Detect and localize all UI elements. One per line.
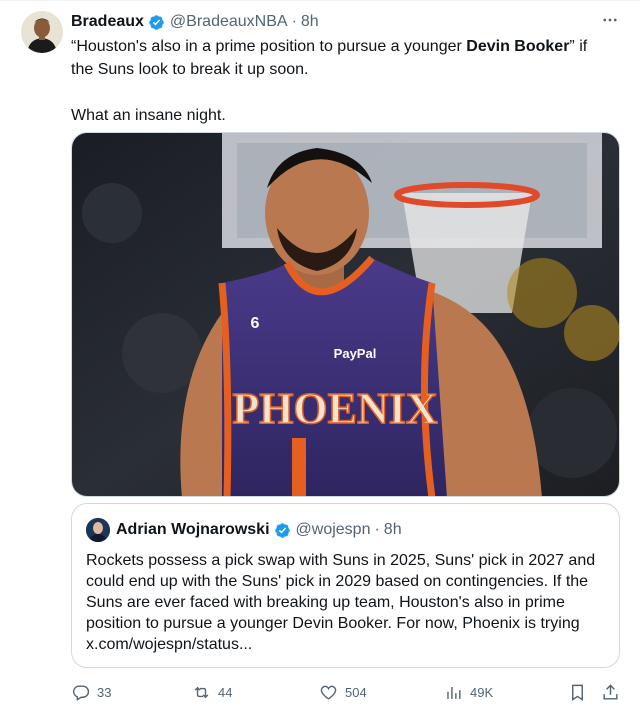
tweet-text-line2: What an insane night.: [71, 107, 226, 124]
bookmark-icon: [572, 684, 583, 701]
bookmark-button[interactable]: [568, 683, 594, 702]
like-button[interactable]: 504: [319, 683, 367, 702]
player-photo: PHOENIX PayPal 6: [72, 133, 619, 496]
author-name[interactable]: Bradeaux: [71, 13, 144, 31]
verified-badge-icon: [148, 14, 165, 31]
tweet-header: Bradeaux @BradeauxNBA · 8h: [71, 12, 620, 32]
author-handle[interactable]: @BradeauxNBA: [170, 13, 288, 31]
quoted-tweet[interactable]: Adrian Wojnarowski @wojespn · 8h Rockets…: [71, 503, 620, 668]
reply-count: 33: [97, 685, 112, 700]
reply-button[interactable]: 33: [71, 683, 111, 702]
quoted-separator: ·: [374, 521, 380, 538]
author-avatar[interactable]: [21, 11, 63, 53]
quoted-tweet-time[interactable]: 8h: [384, 521, 402, 539]
views-button[interactable]: 49K: [444, 683, 493, 702]
tweet-actions-bar: 33 44 504 49K: [71, 683, 620, 705]
tweet-text: “Houston's also in a prime position to p…: [71, 35, 611, 127]
jersey-sponsor: PayPal: [334, 346, 377, 361]
jersey-patch: 6: [251, 315, 260, 332]
repost-icon: [194, 686, 209, 699]
tweet-text-bold: Devin Booker: [466, 38, 570, 55]
like-count: 504: [345, 685, 367, 700]
tweet-text-line1: “Houston's also in a prime position to p…: [71, 35, 611, 81]
share-icon: [603, 684, 618, 700]
tweet-text-part: “Houston's also in a prime position to p…: [71, 38, 467, 55]
quoted-author-name[interactable]: Adrian Wojnarowski: [116, 521, 270, 539]
tweet-card[interactable]: Bradeaux @BradeauxNBA · 8h “Houston's al…: [0, 0, 640, 716]
reply-icon: [72, 685, 90, 701]
quoted-tweet-header: Adrian Wojnarowski @wojespn · 8h: [86, 518, 402, 542]
quoted-verified-badge-icon: [274, 522, 291, 539]
quoted-author-avatar[interactable]: [86, 518, 110, 542]
share-button[interactable]: [601, 683, 627, 702]
more-options-icon[interactable]: [600, 10, 620, 30]
heart-icon: [320, 685, 337, 700]
tweet-time[interactable]: 8h: [301, 13, 319, 31]
separator: ·: [291, 13, 297, 30]
views-chart-icon: [447, 686, 461, 699]
view-count: 49K: [470, 685, 494, 700]
repost-count: 44: [218, 685, 233, 700]
quoted-tweet-text: Rockets possess a pick swap with Suns in…: [86, 552, 596, 653]
tweet-media-photo[interactable]: PHOENIX PayPal 6: [71, 132, 620, 497]
quoted-author-handle[interactable]: @wojespn: [296, 521, 371, 539]
repost-button[interactable]: 44: [192, 683, 232, 702]
jersey-text: PHOENIX: [232, 384, 438, 433]
